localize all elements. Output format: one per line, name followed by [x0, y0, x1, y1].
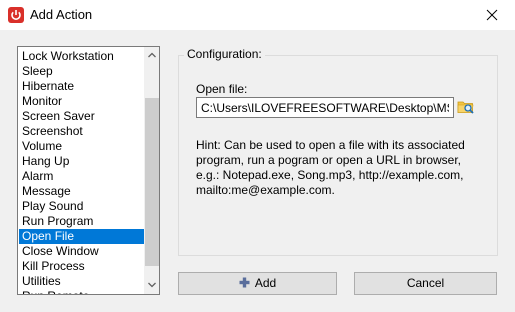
scroll-down-button[interactable] [144, 277, 159, 294]
hint-text: Hint: Can be used to open a file with it… [196, 138, 465, 197]
list-item[interactable]: Run Remote [19, 289, 145, 294]
close-icon [486, 9, 498, 21]
list-item[interactable]: Volume [19, 139, 145, 154]
open-file-label: Open file: [196, 82, 248, 96]
add-button[interactable]: Add [178, 272, 337, 295]
list-item[interactable]: Play Sound [19, 199, 145, 214]
list-item[interactable]: Lock Workstation [19, 49, 145, 64]
list-item[interactable]: Message [19, 184, 145, 199]
list-item[interactable]: Close Window [19, 244, 145, 259]
list-item[interactable]: Hang Up [19, 154, 145, 169]
list-item[interactable]: Monitor [19, 94, 145, 109]
scroll-up-button[interactable] [144, 47, 159, 64]
chevron-down-icon [148, 282, 156, 288]
power-icon [8, 7, 24, 23]
close-button[interactable] [469, 0, 515, 30]
folder-search-icon[interactable] [457, 98, 475, 116]
add-button-label: Add [254, 276, 277, 290]
title-bar: Add Action [0, 0, 515, 30]
list-item[interactable]: Kill Process [19, 259, 145, 274]
action-list[interactable]: Lock Workstation Sleep Hibernate Monitor Scr… [17, 46, 160, 295]
action-list-items: Lock Workstation Sleep Hibernate Monitor Scr… [19, 49, 145, 294]
list-scrollbar[interactable] [144, 47, 159, 294]
plus-icon [239, 277, 250, 288]
list-item[interactable]: Open File [19, 229, 145, 244]
open-file-input[interactable] [196, 97, 454, 118]
scroll-thumb[interactable] [145, 98, 159, 266]
list-item[interactable]: Hibernate [19, 79, 145, 94]
list-item[interactable]: Alarm [19, 169, 145, 184]
window-title: Add Action [30, 7, 93, 22]
cancel-button[interactable]: Cancel [354, 272, 497, 295]
list-item[interactable]: Sleep [19, 64, 145, 79]
list-item[interactable]: Run Program [19, 214, 145, 229]
list-item[interactable]: Screenshot [19, 124, 145, 139]
configuration-label: Configuration: [184, 47, 265, 61]
list-item[interactable]: Utilities [19, 274, 145, 289]
list-item[interactable]: Screen Saver [19, 109, 145, 124]
chevron-up-icon [148, 52, 156, 58]
cancel-button-label: Cancel [406, 276, 445, 290]
